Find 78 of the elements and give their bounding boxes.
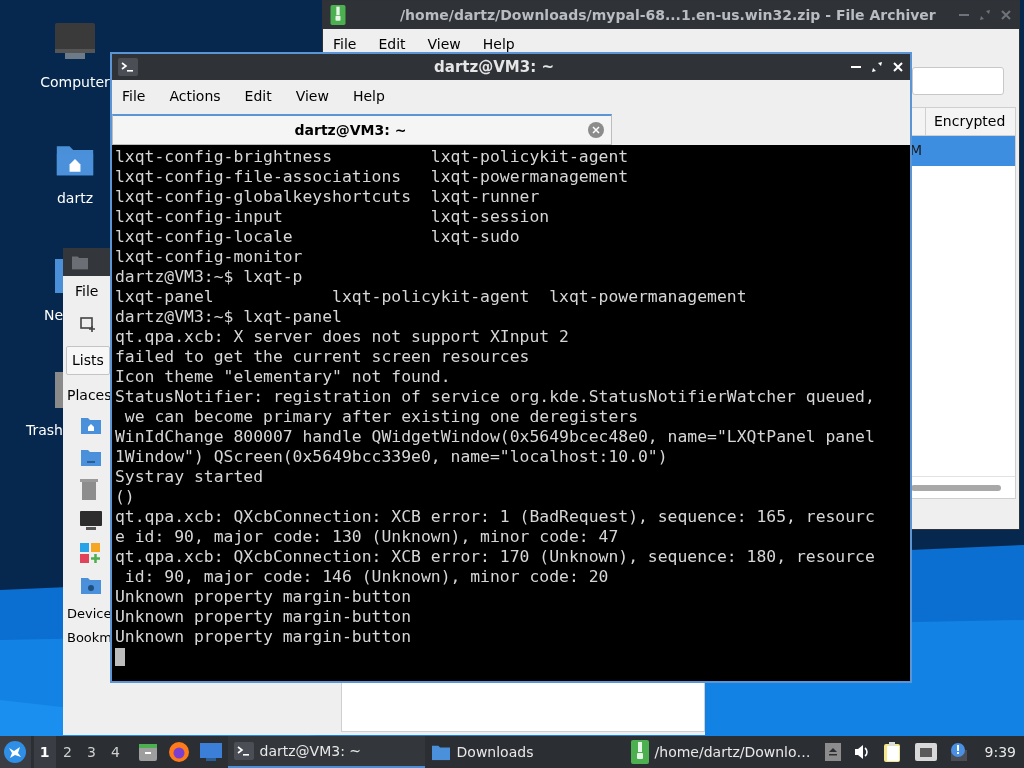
terminal-line: id: 90, major code: 146 (Unknown), minor code: 20 xyxy=(123,567,609,587)
archive-icon xyxy=(630,740,649,764)
task-button[interactable]: /home/dartz/Downlo… xyxy=(624,736,825,768)
browser-icon[interactable] xyxy=(167,741,190,763)
archive-icon xyxy=(330,5,346,25)
workspace-button[interactable]: 3 xyxy=(79,736,104,768)
terminal-line: qt.qpa.xcb: QXcbConnection: XCB error: 170 (Unknown), sequence: 180, resource xyxy=(115,547,875,567)
text-cursor xyxy=(115,648,125,666)
terminal-line: Unknown property margin-button xyxy=(115,587,412,607)
menu-item[interactable]: File xyxy=(122,85,146,107)
section-heading[interactable]: Device xyxy=(67,604,112,624)
places-heading: Places xyxy=(67,386,112,405)
terminal-line: lxqt-config-monitor xyxy=(115,247,303,267)
terminal-line: qt.qpa.xcb: X server does not support XInput 2 xyxy=(115,327,569,347)
lists-tab[interactable]: Lists xyxy=(66,346,110,375)
task-button[interactable]: dartz@VM3: ~ xyxy=(227,736,425,768)
desktop-icon-label[interactable]: Ne xyxy=(43,305,63,326)
terminal-line: lxqt-config-locale lxqt-sudo xyxy=(115,227,520,247)
clipboard-icon[interactable] xyxy=(882,741,903,763)
terminal-line: Unknown property margin-button xyxy=(115,627,412,647)
terminal-line: lxqt-panel lxqt-policykit-agent lxqt-powermanagement xyxy=(115,287,747,307)
terminal-line: Icon theme "elementary" not found. xyxy=(115,367,451,387)
menu-item[interactable]: View xyxy=(427,33,461,55)
terminal-line: dartz@VM3:~$ lxqt-p xyxy=(115,267,303,287)
desktop-icon[interactable] xyxy=(199,743,222,761)
task-button[interactable]: Downloads xyxy=(424,736,625,768)
terminal-line: dartz@VM3:~$ lxqt-panel xyxy=(115,307,342,327)
terminal-icon xyxy=(233,742,254,760)
terminal-line: qt.qpa.xcb: QXcbConnection: XCB error: 1 (BadRequest), sequence: 165, resourc xyxy=(115,507,875,527)
menu-item[interactable]: Edit xyxy=(244,85,272,107)
workspace-button[interactable]: 2 xyxy=(55,736,80,768)
file-cabinet-icon[interactable] xyxy=(137,742,158,762)
notification-icon[interactable] xyxy=(948,742,969,762)
terminal-line: e id: 90, major code: 130 (Unknown), minor code: 47 xyxy=(115,527,619,547)
terminal-line: lxqt-config-file-associations lxqt-powermanagement xyxy=(115,167,629,187)
monitor-icon xyxy=(80,511,102,531)
monitor-icon xyxy=(54,22,96,62)
window-title: /home/dartz/Downloads/mypal-68...1.en-us.win32.zip - File Archiver xyxy=(400,5,936,25)
close-tab-icon[interactable] xyxy=(588,122,604,138)
desktop-icon-label[interactable]: Trash xyxy=(26,420,63,441)
terminal-line: lxqt-config-input lxqt-session xyxy=(115,207,550,227)
menu-item[interactable]: File xyxy=(75,280,99,302)
menu-item[interactable]: View xyxy=(295,85,329,107)
desktop-icon-label[interactable]: dartz xyxy=(56,188,94,209)
network-icon[interactable] xyxy=(914,743,937,761)
menu-item[interactable]: Actions xyxy=(169,85,221,107)
path-field[interactable] xyxy=(912,67,1004,95)
terminal-line: failed to get the current screen resources xyxy=(115,347,530,367)
workspace-button[interactable]: 4 xyxy=(103,736,128,768)
volume-icon[interactable] xyxy=(852,743,871,761)
terminal-line: 1Window") QScreen(0x5649bcc339e0, name="localhost:10.0") xyxy=(115,447,668,467)
new-window-icon[interactable] xyxy=(80,316,96,332)
section-heading[interactable]: Bookm xyxy=(67,627,113,647)
menu-item[interactable]: File xyxy=(333,33,357,55)
clock[interactable]: 9:39 xyxy=(984,741,1016,763)
window-title: dartz@VM3: ~ xyxy=(433,56,555,78)
apps-icon xyxy=(80,543,100,563)
scrollbar[interactable] xyxy=(911,484,1001,491)
start-button[interactable] xyxy=(0,736,31,768)
maximize-icon[interactable] xyxy=(871,61,883,73)
terminal-tab[interactable]: dartz@VM3: ~ xyxy=(112,114,612,145)
menu-item[interactable]: Help xyxy=(482,33,515,55)
menu-item[interactable]: Help xyxy=(352,85,385,107)
terminal-line: Unknown property margin-button xyxy=(115,607,412,627)
terminal-line: lxqt-config-globalkeyshortcuts lxqt-runner xyxy=(115,187,540,207)
menu-item[interactable]: Edit xyxy=(378,33,406,55)
terminal-line: WinIdChange 800007 handle QWidgetWindow(0x5649bcec48e0, name="LXQtPanel panel xyxy=(115,427,875,447)
column-header[interactable]: Encrypted xyxy=(925,108,1015,135)
desktop-icon-label[interactable]: Computer xyxy=(40,72,110,93)
terminal-line: Systray started xyxy=(115,467,264,487)
terminal-line: () xyxy=(115,487,135,507)
eject-icon[interactable] xyxy=(824,743,841,761)
terminal-line: StatusNotifier: registration of service org.kde.StatusNotifierWatcher queued, xyxy=(115,387,875,407)
terminal-line: we can become primary after existing one deregisters xyxy=(123,407,638,427)
terminal-line: lxqt-config-brightness lxqt-policykit-agent xyxy=(115,147,629,167)
terminal-icon xyxy=(118,58,138,76)
bird-logo-icon xyxy=(4,741,27,763)
workspace-button[interactable]: 1 xyxy=(33,736,56,768)
